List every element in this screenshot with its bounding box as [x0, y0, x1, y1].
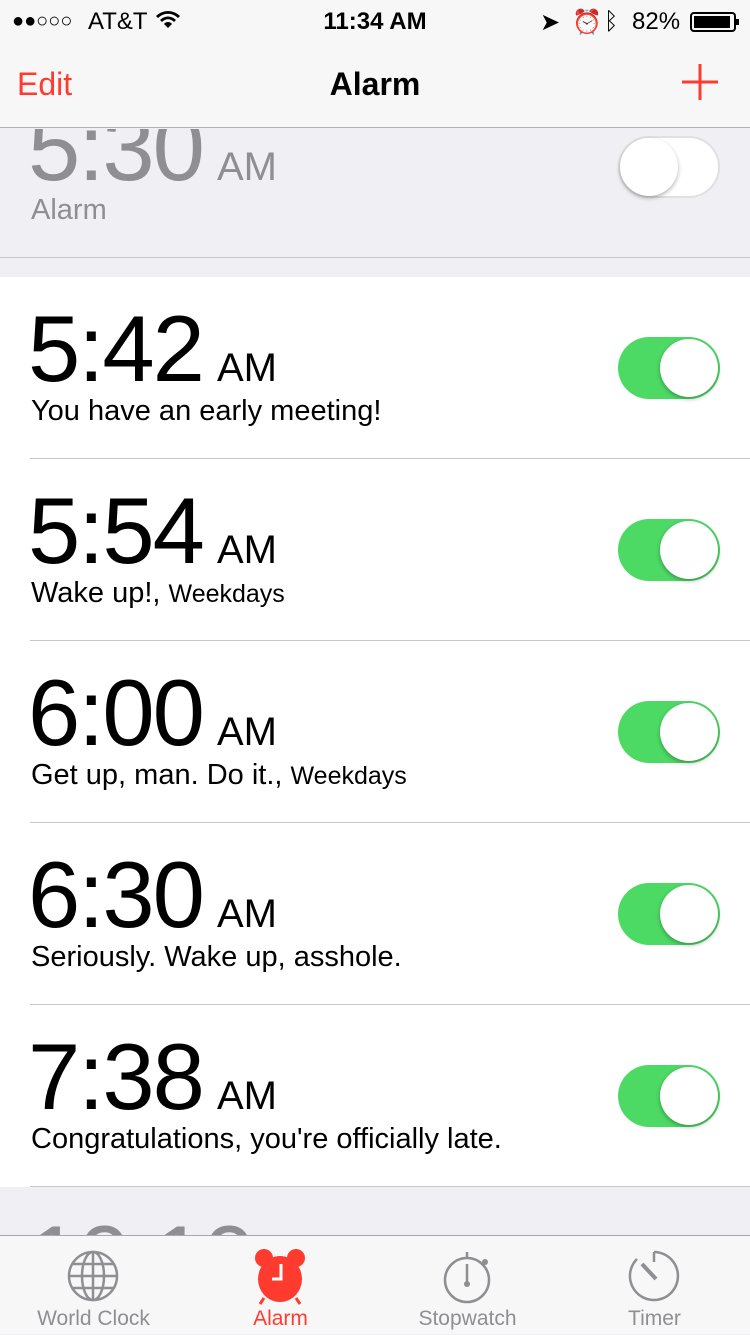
toggle-knob	[620, 138, 678, 196]
alarm-toggle[interactable]	[618, 701, 720, 763]
alarm-row[interactable]: 5:30 AM Alarm	[0, 129, 750, 258]
alarm-time: 5:30 AM	[28, 129, 277, 200]
toggle-knob	[660, 703, 718, 761]
alarm-toggle[interactable]	[618, 1065, 720, 1127]
alarm-status-icon: ⏰	[572, 9, 602, 36]
battery-percent: 82%	[632, 8, 681, 35]
globe-icon	[67, 1250, 119, 1302]
toggle-knob	[660, 339, 718, 397]
alarm-time: 5:54 AM	[28, 478, 277, 583]
tab-timer[interactable]: Timer	[561, 1236, 748, 1335]
alarm-row[interactable]: 7:38 AM Congratulations, you're officiall…	[0, 1005, 750, 1187]
alarm-row[interactable]: 6:00 AM Get up, man. Do it., Weekdays	[0, 641, 750, 823]
alarm-time: 6:30 AM	[28, 842, 277, 947]
alarm-toggle[interactable]	[618, 883, 720, 945]
alarm-repeat: Weekdays	[290, 762, 407, 790]
alarm-ampm: AM	[216, 1074, 277, 1118]
alarm-label: Wake up!, Weekdays	[31, 577, 285, 609]
alarm-time: 10:10	[28, 1205, 267, 1235]
alarm-ampm: AM	[216, 710, 277, 754]
tab-world-clock[interactable]: World Clock	[0, 1236, 187, 1335]
tab-stopwatch[interactable]: Stopwatch	[374, 1236, 561, 1335]
navigation-bar: Edit Alarm	[0, 40, 750, 128]
stopwatch-icon	[443, 1252, 491, 1304]
toggle-knob	[660, 1067, 718, 1125]
battery-icon	[690, 11, 740, 39]
alarm-ampm: AM	[216, 528, 277, 572]
alarm-row[interactable]: 10:10	[0, 1187, 750, 1235]
alarm-label: Alarm	[31, 194, 107, 226]
plus-icon[interactable]	[682, 64, 718, 100]
alarm-label: You have an early meeting!	[31, 395, 382, 427]
alarm-toggle[interactable]	[618, 337, 720, 399]
alarm-repeat: Weekdays	[168, 580, 285, 608]
alarm-clock-icon	[255, 1249, 305, 1305]
tab-bar: World Clock Alarm Stopwatch Timer	[0, 1235, 750, 1334]
alarm-label: Congratulations, you're officially late.	[31, 1123, 502, 1155]
timer-icon	[628, 1250, 680, 1302]
location-icon: ➤	[540, 9, 561, 36]
alarm-row[interactable]: 6:30 AM Seriously. Wake up, asshole.	[0, 823, 750, 1005]
page-title: Alarm	[329, 66, 421, 102]
alarm-ampm: AM	[216, 145, 277, 189]
alarm-time: 5:42 AM	[28, 296, 277, 401]
alarm-label: Get up, man. Do it., Weekdays	[31, 759, 407, 791]
alarm-toggle[interactable]	[618, 136, 720, 198]
alarm-list: 5:30 AM Alarm 5:42 AM You have an early me…	[0, 129, 750, 1235]
alarm-row[interactable]: 5:54 AM Wake up!, Weekdays	[0, 459, 750, 641]
alarm-time: 6:00 AM	[28, 660, 277, 765]
bluetooth-icon: ᛒ	[604, 8, 619, 35]
alarm-row[interactable]: 5:42 AM You have an early meeting!	[0, 277, 750, 459]
alarm-ampm: AM	[216, 346, 277, 390]
alarm-label: Seriously. Wake up, asshole.	[31, 941, 402, 973]
alarm-time: 7:38 AM	[28, 1024, 277, 1129]
toggle-knob	[660, 521, 718, 579]
divider	[0, 257, 750, 258]
alarm-toggle[interactable]	[618, 519, 720, 581]
status-bar: ●●○○○ AT&T 11:34 AM ➤ ⏰ ᛒ 82%	[0, 0, 750, 40]
tab-alarm[interactable]: Alarm	[187, 1236, 374, 1335]
alarm-ampm: AM	[216, 892, 277, 936]
toggle-knob	[660, 885, 718, 943]
